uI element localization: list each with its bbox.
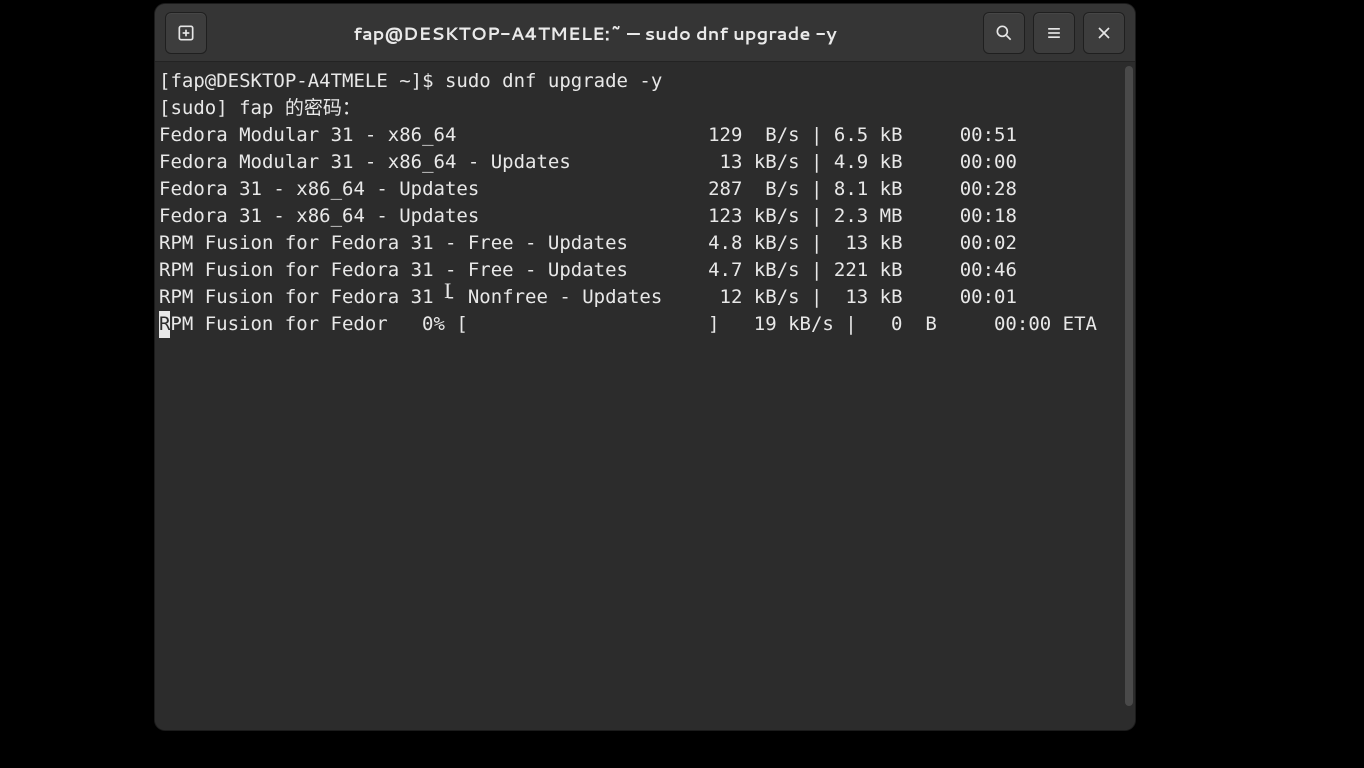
sudo-prompt-line: [sudo] fap 的密码： xyxy=(159,95,1119,122)
close-icon xyxy=(1094,23,1114,43)
repo-line: Fedora 31 - x86_64 - Updates 287 B/s | 8… xyxy=(159,176,1119,203)
repo-line: RPM Fusion for Fedora 31 - Free - Update… xyxy=(159,257,1119,284)
repo-line: Fedora Modular 31 - x86_64 129 B/s | 6.5… xyxy=(159,122,1119,149)
new-tab-button[interactable] xyxy=(165,12,207,54)
terminal-body-wrap: [fap@DESKTOP-A4TMELE ~]$ sudo dnf upgrad… xyxy=(155,62,1135,730)
hamburger-icon xyxy=(1044,23,1064,43)
progress-line: RPM Fusion for Fedor 0% [ ] 19 kB/s | 0 … xyxy=(159,311,1119,338)
new-tab-icon xyxy=(176,23,196,43)
titlebar: fap@DESKTOP-A4TMELE:~ — sudo dnf upgrade… xyxy=(155,4,1135,62)
repo-line: Fedora 31 - x86_64 - Updates 123 kB/s | … xyxy=(159,203,1119,230)
repo-line: RPM Fusion for Fedora 31 - Free - Update… xyxy=(159,230,1119,257)
terminal-window: fap@DESKTOP-A4TMELE:~ — sudo dnf upgrade… xyxy=(155,4,1135,730)
search-icon xyxy=(994,23,1014,43)
menu-button[interactable] xyxy=(1033,12,1075,54)
repo-line: RPM Fusion for Fedora 31 - Nonfree - Upd… xyxy=(159,284,1119,311)
window-title: fap@DESKTOP-A4TMELE:~ — sudo dnf upgrade… xyxy=(215,20,975,46)
scrollbar-thumb[interactable] xyxy=(1125,66,1133,706)
block-cursor: R xyxy=(159,311,170,338)
repo-line: Fedora Modular 31 - x86_64 - Updates 13 … xyxy=(159,149,1119,176)
terminal-output[interactable]: [fap@DESKTOP-A4TMELE ~]$ sudo dnf upgrad… xyxy=(155,62,1123,730)
search-button[interactable] xyxy=(983,12,1025,54)
scrollbar-track[interactable] xyxy=(1123,62,1135,730)
prompt-line: [fap@DESKTOP-A4TMELE ~]$ sudo dnf upgrad… xyxy=(159,68,1119,95)
close-button[interactable] xyxy=(1083,12,1125,54)
